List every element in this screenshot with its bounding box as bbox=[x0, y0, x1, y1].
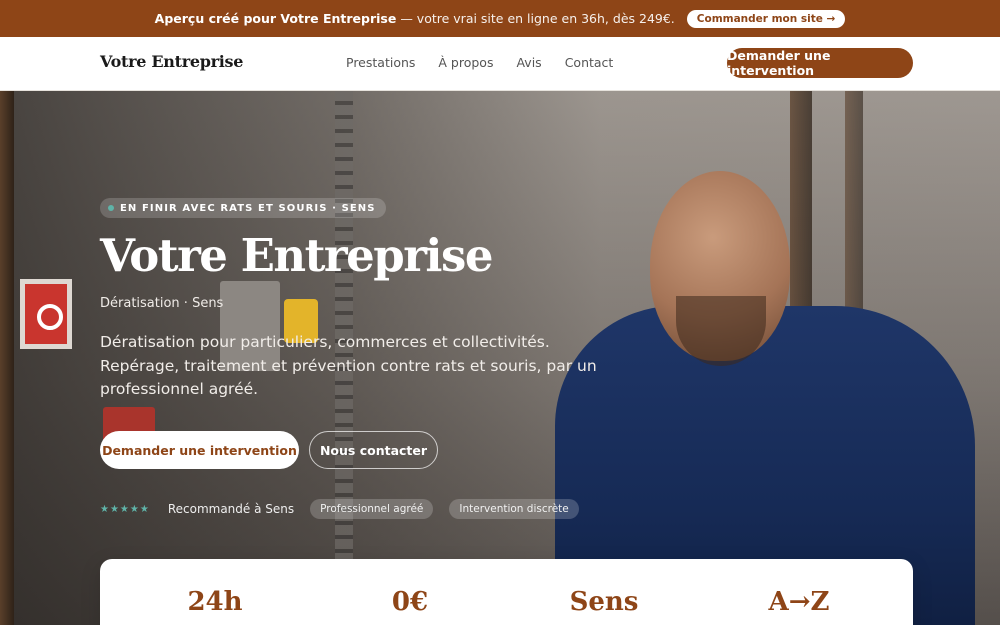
bg-post bbox=[0, 91, 14, 625]
promo-banner: Aperçu créé pour Votre Entreprise — votr… bbox=[0, 0, 1000, 37]
main-nav: Prestations À propos Avis Contact bbox=[346, 55, 613, 70]
trust-row: ★★★★★ Recommandé à Sens Professionnel ag… bbox=[100, 499, 579, 519]
stats-card: 24h 0€ Sens A→Z bbox=[100, 559, 913, 625]
stat-price: 0€ bbox=[391, 587, 429, 617]
hero-subtitle: Dératisation · Sens bbox=[100, 296, 224, 311]
nav-contact[interactable]: Contact bbox=[565, 55, 614, 70]
hero-title: Votre Entreprise bbox=[100, 229, 493, 282]
brand-logo[interactable]: Votre Entreprise bbox=[100, 52, 243, 71]
nav-prestations[interactable]: Prestations bbox=[346, 55, 415, 70]
nav-a-propos[interactable]: À propos bbox=[438, 55, 493, 70]
promo-bold-text: Aperçu créé pour Votre Entreprise bbox=[154, 11, 397, 26]
promo-text: — votre vrai site en ligne en 36h, dès 2… bbox=[400, 11, 675, 26]
site-header: Votre Entreprise Prestations À propos Av… bbox=[0, 37, 1000, 91]
tag-dot-icon bbox=[108, 205, 114, 211]
badge-professionnel: Professionnel agréé bbox=[310, 499, 434, 519]
header-request-button[interactable]: Demander une intervention bbox=[727, 48, 913, 78]
hero-section: EN FINIR AVEC RATS ET SOURIS · SENS Votr… bbox=[0, 91, 1000, 625]
request-intervention-button[interactable]: Demander une intervention bbox=[100, 431, 299, 469]
contact-button[interactable]: Nous contacter bbox=[309, 431, 438, 469]
badge-discrete: Intervention discrète bbox=[449, 499, 579, 519]
recommend-text: Recommandé à Sens bbox=[167, 502, 295, 516]
stat-a-to-z: A→Z bbox=[768, 587, 830, 617]
rating-stars-icon: ★★★★★ bbox=[100, 503, 150, 515]
hero-tag: EN FINIR AVEC RATS ET SOURIS · SENS bbox=[100, 198, 386, 218]
stat-24h: 24h bbox=[187, 587, 243, 617]
bg-red-sign bbox=[20, 279, 72, 349]
nav-avis[interactable]: Avis bbox=[516, 55, 541, 70]
hero-description: Dératisation pour particuliers, commerce… bbox=[100, 333, 597, 398]
hero-tag-text: EN FINIR AVEC RATS ET SOURIS · SENS bbox=[120, 202, 376, 214]
order-site-button[interactable]: Commander mon site → bbox=[686, 9, 846, 28]
stat-city: Sens bbox=[569, 587, 639, 617]
